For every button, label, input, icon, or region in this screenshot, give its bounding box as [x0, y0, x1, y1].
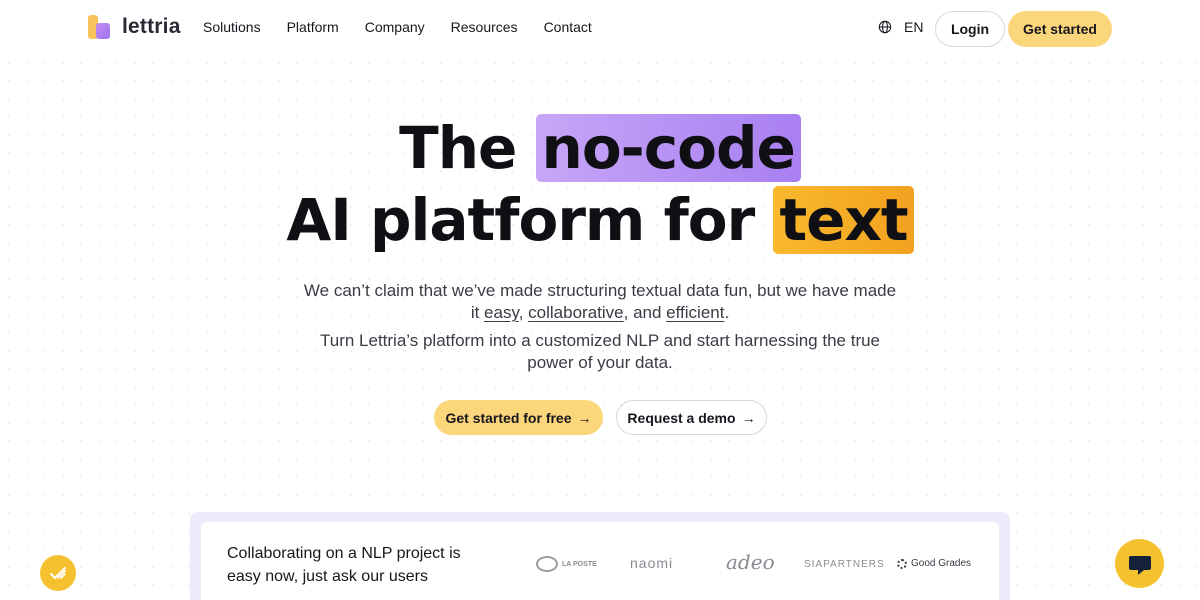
arrow-right-icon: →	[577, 409, 592, 426]
hero-subtitle-2: Turn Lettria’s platform into a customize…	[0, 330, 1200, 374]
get-started-button[interactable]: Get started	[1008, 11, 1112, 47]
partner-logo-la-poste: LA POSTE	[536, 556, 597, 572]
request-demo-button[interactable]: Request a demo →	[616, 400, 767, 435]
hero-title-line-1: The no-code	[0, 112, 1200, 184]
sub-text-period: .	[724, 303, 730, 322]
arrow-right-icon: →	[741, 409, 756, 426]
hero-highlight-no-code: no-code	[535, 114, 801, 182]
menu-item-solutions[interactable]: Solutions	[203, 19, 261, 35]
partner-name-la-poste: LA POSTE	[562, 560, 597, 568]
good-grades-flower-icon	[897, 558, 907, 569]
login-button[interactable]: Login	[935, 11, 1005, 47]
logo-text: lettria	[122, 15, 181, 38]
users-heading: Collaborating on a NLP project is easy n…	[227, 542, 507, 588]
hero-title-ai-platform: AI platform for	[286, 186, 755, 254]
menu-item-resources[interactable]: Resources	[451, 19, 518, 35]
language-label: EN	[904, 19, 924, 35]
hero-highlight-text: text	[773, 186, 914, 254]
cta-primary-label: Get started for free	[445, 409, 572, 426]
chat-widget-button[interactable]	[1115, 539, 1164, 588]
hero-subtitle-2-line-1: Turn Lettria’s platform into a customize…	[319, 331, 881, 350]
partner-name-adeo: adeo	[726, 550, 775, 574]
partner-name-sia-partners: SIAPARTNERS	[804, 559, 885, 570]
link-collaborative[interactable]: collaborative	[528, 303, 623, 322]
hero-subtitle-1-line-1: We can’t claim that we’ve made structuri…	[303, 281, 897, 300]
link-efficient[interactable]: efficient	[666, 303, 724, 322]
hero-title: The no-code AI platform for text	[0, 112, 1200, 256]
partner-name-good-grades: Good Grades	[911, 558, 972, 569]
sub-text-and: , and	[623, 303, 662, 322]
check-lines-icon	[50, 567, 66, 580]
main-menu: Solutions Platform Company Resources Con…	[203, 19, 592, 35]
partner-logo-sia-partners: SIAPARTNERS	[804, 559, 885, 570]
users-heading-line-1: Collaborating on a NLP project is	[227, 545, 461, 562]
menu-item-contact[interactable]: Contact	[544, 19, 592, 35]
cookie-badge-button[interactable]	[40, 555, 76, 591]
sub-text-comma: ,	[518, 303, 524, 322]
partner-name-naomi: naomi	[630, 555, 674, 571]
globe-icon	[878, 20, 892, 34]
partner-logo-good-grades: Good Grades	[897, 558, 971, 569]
link-easy[interactable]: easy	[484, 303, 519, 322]
menu-item-platform[interactable]: Platform	[287, 19, 339, 35]
partner-logo-naomi: naomi	[630, 555, 673, 571]
lettria-logo-mark-icon	[88, 15, 112, 39]
hero-title-line-2: AI platform for text	[0, 184, 1200, 256]
users-heading-line-2: easy now, just ask our users	[227, 568, 428, 585]
hero-title-the: The	[399, 114, 517, 182]
cta-secondary-label: Request a demo	[627, 409, 736, 426]
language-selector[interactable]: EN	[878, 19, 923, 35]
top-navigation: lettria Solutions Platform Company Resou…	[0, 0, 1200, 58]
menu-item-company[interactable]: Company	[365, 19, 425, 35]
hero-subtitle-1: We can’t claim that we’ve made structuri…	[0, 280, 1200, 324]
sub-text-it: it	[470, 303, 480, 322]
hero-subtitle-1-line-2: it easy, collaborative, and efficient.	[0, 302, 1200, 324]
partner-logo-adeo: adeo	[726, 550, 775, 574]
lettria-logo[interactable]: lettria	[88, 14, 181, 40]
get-started-free-button[interactable]: Get started for free →	[434, 400, 603, 435]
la-poste-bird-icon	[536, 556, 558, 572]
hero-subtitle-2-line-2: power of your data.	[527, 353, 673, 372]
chat-bubble-icon	[1128, 555, 1151, 575]
